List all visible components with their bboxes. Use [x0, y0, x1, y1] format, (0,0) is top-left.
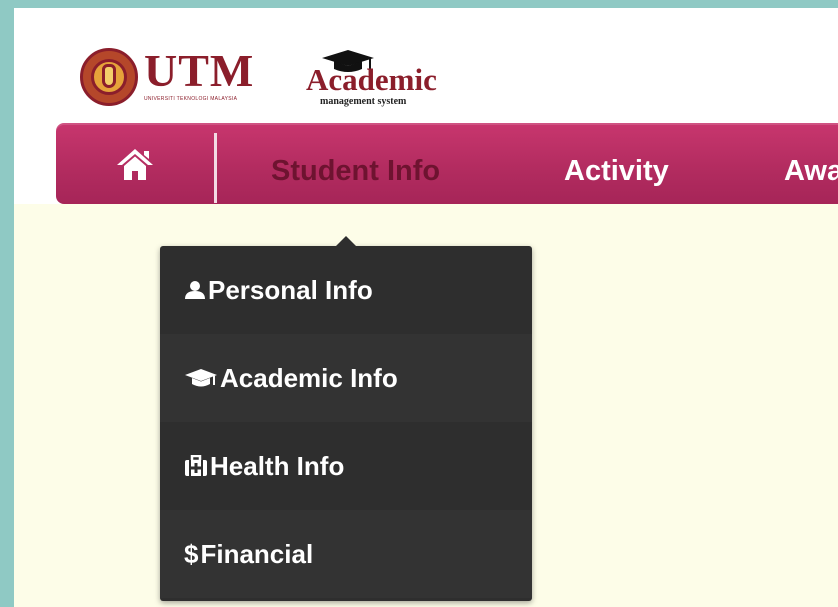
dropdown-item-label: Health Info — [210, 450, 345, 481]
dropdown-item-health-info[interactable]: Health Info — [160, 422, 532, 510]
dollar-icon: $ — [184, 538, 199, 569]
utm-logo[interactable]: UTM UNIVERSITI TEKNOLOGI MALAYSIA — [80, 45, 270, 110]
dropdown-item-label: Personal Info — [208, 274, 373, 305]
user-icon — [184, 280, 206, 300]
nav-divider — [214, 133, 217, 203]
home-icon — [117, 148, 153, 180]
dropdown-item-personal-info[interactable]: Personal Info — [160, 246, 532, 334]
nav-item-student-info[interactable]: Student Info — [271, 123, 440, 204]
nav-item-awards[interactable]: Awa — [784, 123, 838, 204]
utm-emblem-icon — [80, 48, 138, 106]
main-navbar: Student Info Activity Awa — [56, 123, 838, 204]
dropdown-item-academic-info[interactable]: Academic Info — [160, 334, 532, 422]
utm-logo-title: UTM — [144, 45, 255, 96]
academic-logo[interactable]: Academic management system — [306, 48, 466, 110]
nav-item-activity[interactable]: Activity — [564, 123, 669, 204]
site-header: UTM UNIVERSITI TEKNOLOGI MALAYSIA Academ… — [14, 8, 838, 204]
dropdown-item-label: Academic Info — [220, 362, 398, 393]
page: UTM UNIVERSITI TEKNOLOGI MALAYSIA Academ… — [14, 8, 838, 607]
academic-logo-subtitle: management system — [320, 96, 407, 107]
nav-home[interactable] — [56, 123, 214, 204]
dropdown-item-financial[interactable]: $ Financial — [160, 510, 532, 598]
dropdown-item-label: Financial — [200, 538, 314, 569]
graduation-cap-icon — [184, 367, 218, 389]
student-info-dropdown: Personal Info Academic Info Health Info … — [160, 236, 532, 601]
medkit-icon — [184, 455, 208, 477]
academic-logo-title: Academic — [306, 62, 437, 97]
utm-logo-subtitle: UNIVERSITI TEKNOLOGI MALAYSIA — [144, 96, 238, 102]
dropdown-arrow — [336, 236, 356, 246]
